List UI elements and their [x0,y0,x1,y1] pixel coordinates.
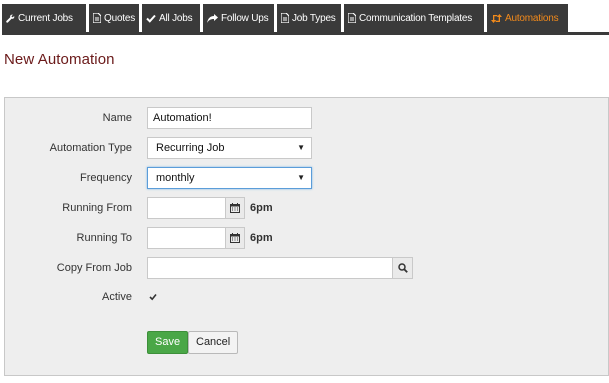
form-actions: Save Cancel [5,331,608,354]
search-icon [397,263,408,273]
running-to-label: Running To [76,232,132,244]
tab-follow-ups[interactable]: Follow Ups [203,4,274,32]
tab-bar: Current Jobs Quotes All Jobs Follow Ups … [2,4,609,32]
dropdown-arrow-icon: ▼ [297,173,305,182]
running-from-calendar-button[interactable] [225,197,245,219]
document-icon [281,13,289,23]
name-label: Name [102,112,132,124]
tab-label: Quotes [104,12,136,24]
copy-from-job-label: Copy From Job [56,262,132,274]
tab-label: All Jobs [159,12,193,24]
running-to-row: Running To 6pm [5,227,608,249]
frequency-select[interactable]: monthly ▼ [147,167,312,189]
running-to-calendar-button[interactable] [225,227,245,249]
cancel-button[interactable]: Cancel [188,331,239,354]
running-from-time: 6pm [250,202,273,214]
running-from-label: Running From [62,202,132,214]
active-checkbox[interactable] [149,293,157,301]
page-title: New Automation [4,51,115,68]
tab-current-jobs[interactable]: Current Jobs [2,4,86,32]
copy-from-job-input[interactable] [147,257,393,279]
automation-type-value: Recurring Job [156,142,225,154]
automation-type-label: Automation Type [49,142,132,154]
wrench-icon [6,14,15,23]
tab-all-jobs[interactable]: All Jobs [142,4,200,32]
document-icon [93,13,101,23]
share-arrow-icon [207,13,218,23]
frequency-value: monthly [156,172,195,184]
dropdown-arrow-icon: ▼ [297,143,305,152]
tab-quotes[interactable]: Quotes [89,4,139,32]
tab-label: Current Jobs [18,12,73,24]
tab-label: Communication Templates [359,12,473,24]
active-row: Active [5,286,608,308]
tab-automations[interactable]: Automations [487,4,568,32]
running-from-row: Running From 6pm [5,197,608,219]
calendar-icon [230,203,240,213]
retweet-icon [491,13,502,23]
tab-job-types[interactable]: Job Types [277,4,341,32]
name-row: Name [5,107,608,129]
active-label: Active [102,291,132,303]
frequency-label: Frequency [80,172,132,184]
tab-label: Job Types [292,12,336,24]
automation-type-row: Automation Type Recurring Job ▼ [5,137,608,159]
checkmark-icon [149,293,157,301]
frequency-row: Frequency monthly ▼ [5,167,608,189]
running-to-date-input[interactable] [147,227,226,249]
name-input[interactable] [147,107,312,129]
calendar-icon [230,233,240,243]
automation-type-select[interactable]: Recurring Job ▼ [147,137,312,159]
automation-form: Name Automation Type Recurring Job ▼ Fre… [4,97,609,376]
running-to-time: 6pm [250,232,273,244]
save-button[interactable]: Save [147,331,189,354]
check-icon [146,14,156,23]
document-icon [348,13,356,23]
tab-communication-templates[interactable]: Communication Templates [344,4,484,32]
tab-bar-underline [2,32,609,35]
running-from-date-input[interactable] [147,197,226,219]
tab-label: Automations [505,12,559,24]
copy-from-job-search-button[interactable] [392,257,413,279]
tab-label: Follow Ups [221,12,269,24]
copy-from-job-row: Copy From Job [5,257,608,279]
